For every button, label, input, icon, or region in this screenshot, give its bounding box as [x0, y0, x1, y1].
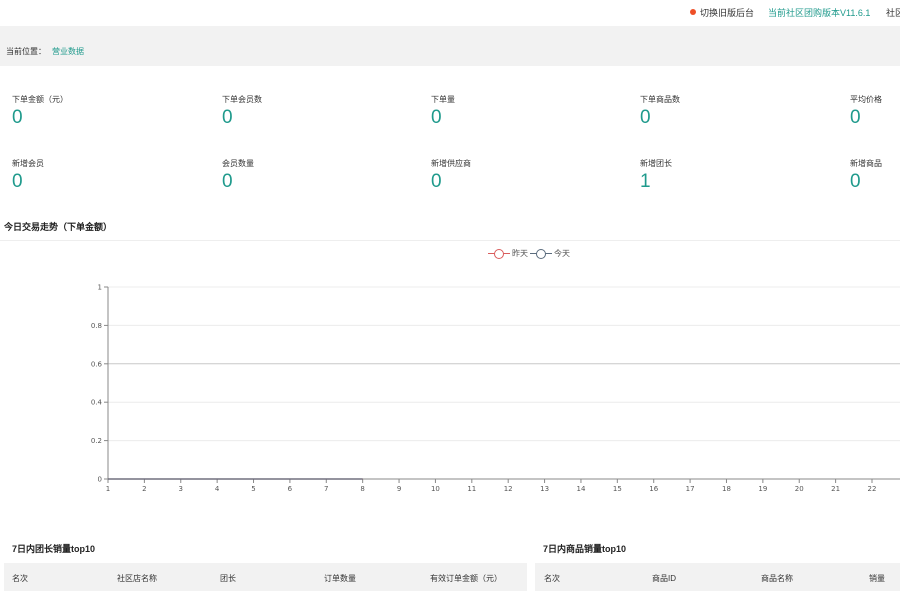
y-tick-label: 0.6	[91, 360, 103, 368]
x-tick-label: 21	[831, 485, 840, 493]
stat-order-count: 下单量 0	[431, 94, 455, 129]
leader-table-header: 名次 社区店名称 团长 订单数量 有效订单金额（元）	[4, 563, 527, 591]
x-tick-label: 3	[179, 485, 183, 493]
x-tick-label: 1	[106, 485, 110, 493]
stat-title: 新增团长	[640, 159, 672, 168]
y-tick-label: 0.8	[91, 322, 102, 330]
stat-order-goods: 下单商品数 0	[640, 94, 680, 129]
column-header: 订单数量	[324, 574, 356, 583]
goods-table-header: 名次 商品ID 商品名称 销量	[535, 563, 900, 591]
leader-table-title: 7日内团长销量top10	[12, 544, 96, 554]
breadcrumb-label: 当前位置：	[6, 47, 46, 56]
column-header: 商品ID	[652, 574, 676, 583]
x-tick-label: 15	[613, 485, 622, 493]
x-tick-label: 10	[431, 485, 440, 493]
x-tick-label: 6	[288, 485, 293, 493]
x-tick-label: 14	[576, 485, 585, 493]
column-header: 商品名称	[761, 574, 793, 583]
stat-title: 下单会员数	[222, 95, 262, 104]
stat-title: 下单金额（元）	[12, 95, 68, 104]
column-header: 名次	[12, 574, 28, 583]
trend-divider	[0, 240, 900, 241]
x-tick-label: 12	[504, 485, 513, 493]
community-link[interactable]: 社区	[886, 6, 900, 19]
stat-value: 0	[850, 107, 861, 128]
stat-value: 0	[222, 107, 233, 128]
x-tick-label: 18	[722, 485, 731, 493]
stat-new-leaders: 新增团长 1	[640, 158, 672, 193]
breadcrumb-current[interactable]: 营业数据	[52, 46, 84, 57]
stat-value: 0	[640, 107, 651, 128]
column-header: 有效订单金额（元）	[430, 574, 502, 583]
stat-average-price: 平均价格 0	[850, 94, 882, 129]
stat-title: 下单商品数	[640, 95, 680, 104]
x-tick-label: 2	[142, 485, 146, 493]
status-dot-icon	[690, 9, 696, 15]
legend-label: 昨天	[512, 249, 528, 258]
stat-title: 平均价格	[850, 95, 882, 104]
stat-new-goods: 新增商品 0	[850, 158, 882, 193]
stat-order-amount: 下单金额（元） 0	[12, 94, 68, 129]
x-tick-label: 7	[324, 485, 328, 493]
stat-value: 0	[431, 107, 442, 128]
stat-new-suppliers: 新增供应商 0	[431, 158, 471, 193]
column-header: 名次	[544, 574, 560, 583]
x-tick-label: 11	[467, 485, 476, 493]
version-label[interactable]: 当前社区团购版本V11.6.1	[768, 6, 870, 19]
x-tick-label: 17	[686, 485, 695, 493]
y-tick-label: 1	[98, 284, 102, 292]
goods-table-title: 7日内商品销量top10	[543, 544, 627, 554]
stat-title: 会员数量	[222, 159, 254, 168]
x-tick-label: 19	[758, 485, 767, 493]
stat-value: 0	[222, 171, 233, 192]
stat-title: 新增供应商	[431, 159, 471, 168]
y-tick-label: 0	[98, 476, 102, 484]
stat-title: 新增商品	[850, 159, 882, 168]
trend-line-chart: 00.20.40.60.811 2 3 4 5 6 7 8 9 10 11 12 13 14 15 16 17 1…	[91, 284, 900, 493]
stat-value: 0	[12, 107, 23, 128]
x-tick-label: 8	[360, 485, 364, 493]
x-tick-label: 13	[540, 485, 549, 493]
stat-value: 1	[640, 171, 651, 192]
x-tick-label: 4	[215, 485, 220, 493]
x-tick-label: 16	[649, 485, 658, 493]
legend-label: 今天	[554, 249, 570, 258]
x-tick-label: 22	[868, 485, 877, 493]
switch-old-backend-link[interactable]: 切换旧版后台	[700, 6, 754, 19]
legend-marker-icon	[488, 249, 510, 259]
stat-value: 0	[850, 171, 861, 192]
legend-marker-icon	[530, 249, 552, 259]
x-tick-label: 9	[397, 485, 401, 493]
stat-order-members: 下单会员数 0	[222, 94, 262, 129]
stat-title: 新增会员	[12, 159, 44, 168]
x-tick-label: 20	[795, 485, 804, 493]
breadcrumb: 当前位置： 营业数据	[0, 26, 900, 66]
column-header: 社区店名称	[117, 574, 157, 583]
stat-value: 0	[431, 171, 442, 192]
top-bar: 切换旧版后台 当前社区团购版本V11.6.1 社区	[0, 0, 900, 26]
column-header: 团长	[220, 574, 236, 583]
stat-title: 下单量	[431, 95, 455, 104]
x-tick-label: 5	[251, 485, 255, 493]
column-header: 销量	[869, 574, 885, 583]
stat-member-count: 会员数量 0	[222, 158, 254, 193]
trend-section-title: 今日交易走势（下单金额）	[4, 222, 113, 232]
y-tick-label: 0.2	[91, 437, 102, 445]
stat-new-members: 新增会员 0	[12, 158, 44, 193]
stat-value: 0	[12, 171, 23, 192]
y-tick-label: 0.4	[91, 399, 103, 407]
